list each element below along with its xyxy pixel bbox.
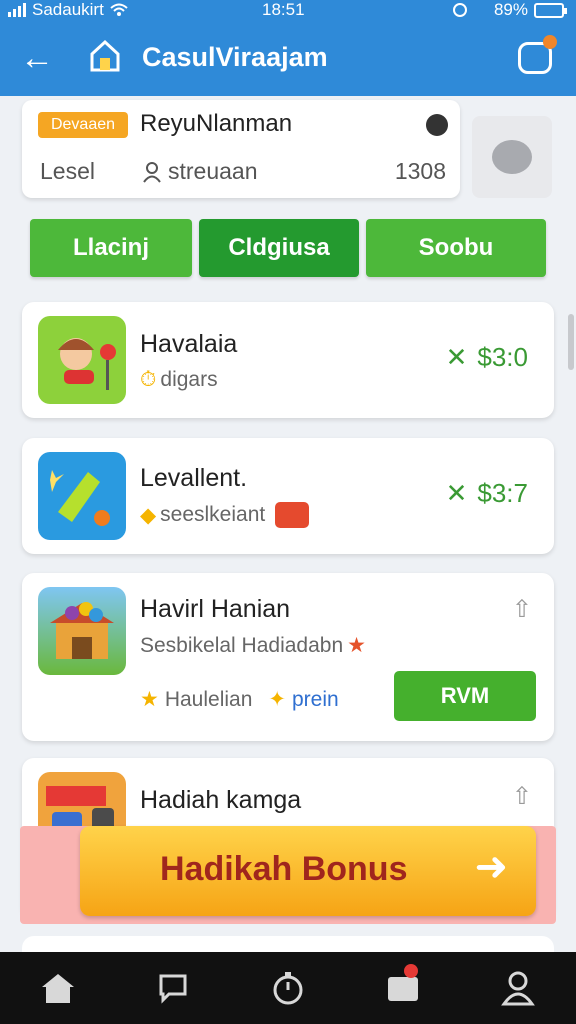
profile-points: 1308 [394,158,446,184]
item-subtitle: digars [160,368,218,391]
notification-icon[interactable] [518,35,557,74]
clock: 18:51 [262,0,305,19]
profile-badge: Devaaen [38,112,128,138]
sync-icon [452,3,467,17]
battery-percent: 89% [493,0,528,19]
store-icon [388,977,419,1001]
location-icon [475,4,486,16]
chat-icon [159,974,187,1004]
price-value: $3:0 [477,342,528,372]
controller-icon [492,140,532,174]
tag-label: Haulelian [164,687,253,711]
diamond-icon: ◆ [140,503,157,527]
game-thumbnail [38,587,126,675]
profile-username: streuaan [168,158,258,184]
home-icon [41,974,74,1003]
nav-store[interactable] [346,952,461,1024]
close-icon: ✕ [445,478,468,508]
item-title: Havirl Hanian [140,595,291,623]
list-item[interactable]: Havalaia ⏱ digars ✕ $3:0 [22,302,554,418]
upvote-icon[interactable]: ⇧ [512,782,532,811]
sparkle-icon: ✦ [268,688,286,711]
price-value: $3:7 [477,478,528,508]
list-item[interactable]: Havirl Hanian Sesbikelal Hadiadabn ★ ★ H… [22,573,554,741]
bonus-label: Hadikah Bonus [160,850,408,888]
item-tags: ★ Haulelian ✦ prein [140,687,339,712]
item-title: Havalaia [140,330,238,358]
list-item[interactable]: Levallent. ◆ seeslkeiant ✕ $3:7 [22,438,554,554]
profile-card: Devaaen ReyuNlanman Lesel streuaan 1308 [22,100,460,198]
star-badge-icon: ★ [347,634,366,657]
item-subtitle: seeslkeiant [160,503,266,526]
close-icon: ✕ [445,342,468,372]
bonus-button[interactable]: Hadikah Bonus ➜ [80,826,536,916]
tab-soobu[interactable]: Soobu [366,219,546,277]
rvm-button[interactable]: RVM [394,671,536,721]
upvote-icon[interactable]: ⇧ [512,595,532,624]
star-icon: ★ [140,688,159,711]
carrier-name: Sadaukirt [32,0,104,19]
battery-icon [534,2,567,18]
item-subtitle-row: Sesbikelal Hadiadabn ★ [140,633,366,658]
tag-label: prein [292,687,339,711]
game-thumbnail [38,316,126,404]
tab-cldgiusa[interactable]: Cldgiusa [199,219,359,277]
arrow-right-icon: ➜ [474,845,508,889]
info-icon[interactable] [426,114,448,136]
app-header: Sadaukirt 18:51 89% ← CasulViraajam [0,0,576,96]
nav-chat[interactable] [115,952,230,1024]
game-controller-button[interactable] [472,116,552,198]
item-title: Levallent. [140,464,248,492]
item-subtitle-row: ◆ seeslkeiant [140,502,310,528]
wifi-icon [110,3,128,16]
back-arrow-icon[interactable]: ← [20,40,60,76]
timer-small-icon: ⏱ [140,368,157,391]
game-thumbnail [38,452,126,540]
bottom-navigation [0,952,576,1024]
profile-level: Lesel [40,158,95,184]
item-subtitle: Sesbikelal Hadiadabn [140,633,344,657]
item-subtitle-row: ⏱ digars [140,368,218,392]
status-bar: Sadaukirt 18:51 89% [0,0,576,22]
profile-icon [501,971,536,1006]
signal-icon [8,3,26,17]
tag-icon [275,502,310,528]
nav-profile[interactable] [461,952,576,1024]
profile-name: ReyuNlanman [140,110,293,137]
tab-llacinj[interactable]: Llacinj [30,219,192,277]
scrollbar[interactable] [568,314,574,370]
notification-badge [403,964,418,978]
item-price: ✕ $3:7 [446,478,528,509]
user-icon [143,161,161,183]
nav-home[interactable] [0,952,115,1024]
item-title: Hadiah kamga [140,786,302,814]
item-price: ✕ $3:0 [446,342,528,373]
profile-user: streuaan [142,158,258,185]
app-title: CasulViraajam [142,42,328,72]
timer-icon [273,972,303,1005]
home-logo-icon [90,39,120,72]
nav-timer[interactable] [230,952,345,1024]
